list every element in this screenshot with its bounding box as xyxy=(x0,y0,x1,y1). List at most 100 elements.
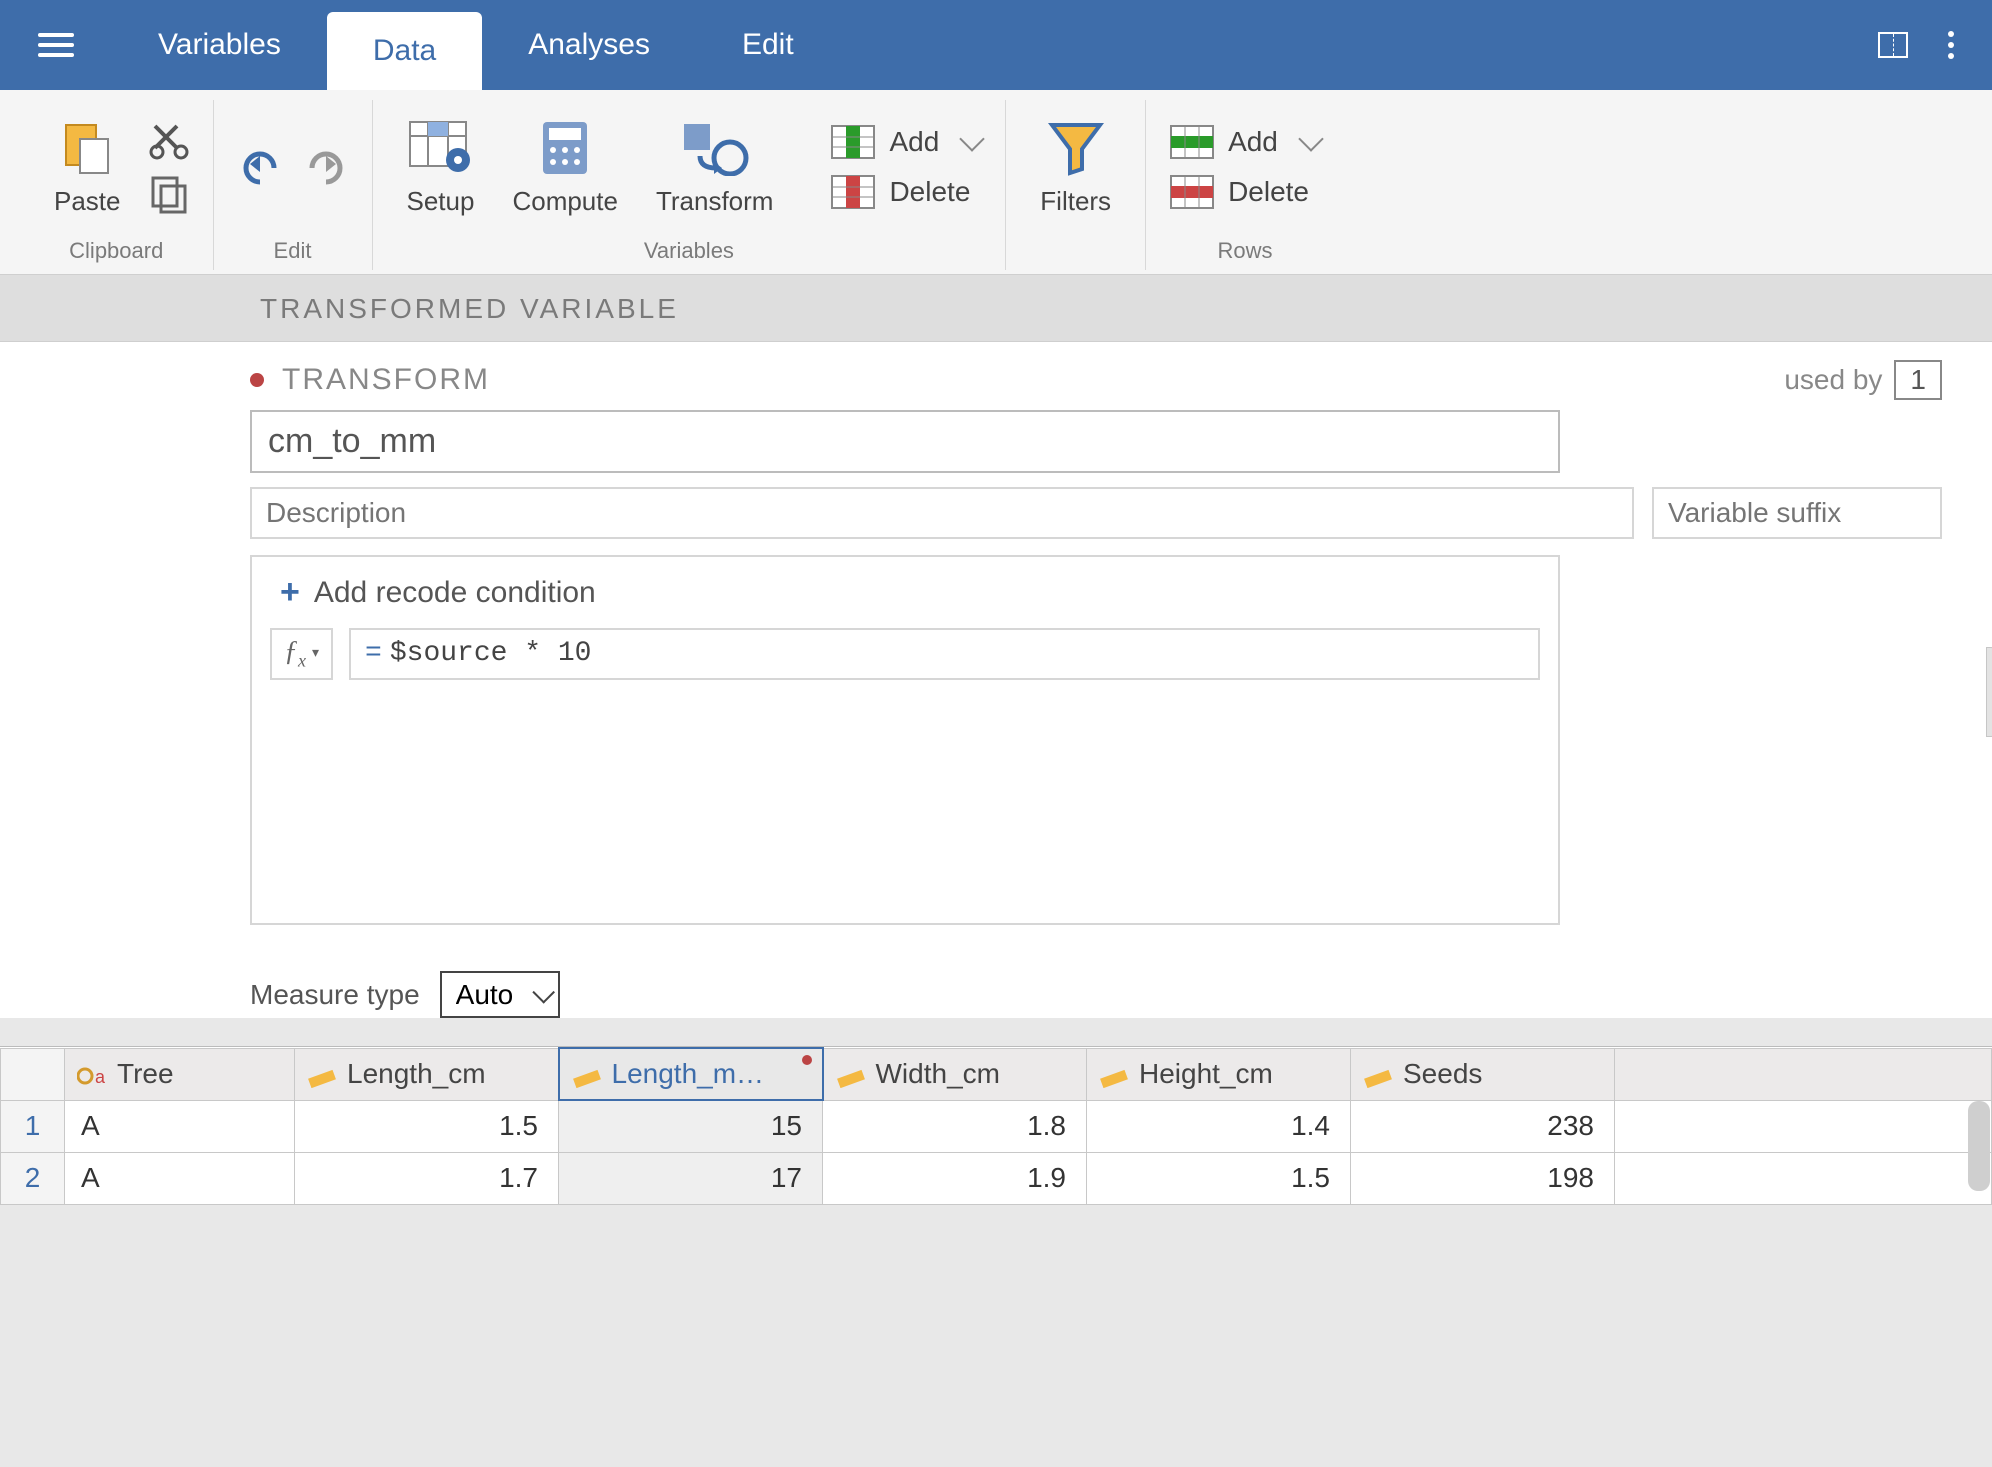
setup-icon xyxy=(408,118,472,178)
column-header-length-mm[interactable]: Length_m… xyxy=(559,1048,823,1100)
filters-button[interactable]: Filters xyxy=(1030,112,1121,223)
add-variable-button[interactable]: Add xyxy=(831,125,981,159)
transform-panel: TRANSFORM used by 1 + Add recode conditi… xyxy=(0,342,1992,951)
recode-area: + Add recode condition ƒx ▾ =$source * 1… xyxy=(250,555,1560,925)
delete-variable-button[interactable]: Delete xyxy=(831,175,981,209)
svg-text:a: a xyxy=(95,1067,106,1087)
setup-button[interactable]: Setup xyxy=(397,112,485,223)
column-header-tree[interactable]: a Tree xyxy=(65,1048,295,1100)
add-recode-button[interactable]: + Add recode condition xyxy=(270,573,1540,612)
compute-button[interactable]: Compute xyxy=(502,112,628,223)
transform-name-input[interactable] xyxy=(250,410,1560,473)
column-header-seeds[interactable]: Seeds xyxy=(1351,1048,1615,1100)
ribbon-toolbar: Paste Clipboard Edit xyxy=(0,90,1992,275)
row-number[interactable]: 2 xyxy=(1,1152,65,1204)
collapse-handle[interactable] xyxy=(1986,647,1992,737)
dropdown-triangle-icon: ▾ xyxy=(312,645,319,662)
column-header-empty xyxy=(1615,1048,1992,1100)
ruler-icon xyxy=(836,1064,866,1088)
filters-label: Filters xyxy=(1040,186,1111,217)
tab-edit[interactable]: Edit xyxy=(696,0,840,90)
add-recode-label: Add recode condition xyxy=(314,576,596,610)
column-header-width-cm[interactable]: Width_cm xyxy=(823,1048,1087,1100)
cell[interactable]: A xyxy=(65,1152,295,1204)
tab-data[interactable]: Data xyxy=(327,12,482,90)
variable-suffix-input[interactable] xyxy=(1652,487,1942,539)
description-input[interactable] xyxy=(250,487,1634,539)
ruler-icon xyxy=(307,1064,337,1088)
delete-row-button[interactable]: Delete xyxy=(1170,175,1320,209)
fx-label: ƒx xyxy=(284,636,306,672)
cell[interactable]: A xyxy=(65,1100,295,1152)
table-row[interactable]: 2 A 1.7 17 1.9 1.5 198 xyxy=(1,1152,1992,1204)
undo-icon[interactable] xyxy=(238,144,284,190)
variables-caption: Variables xyxy=(644,238,734,264)
cell[interactable]: 1.4 xyxy=(1087,1100,1351,1152)
transform-section-label: TRANSFORM xyxy=(282,363,490,397)
cell[interactable]: 17 xyxy=(559,1152,823,1204)
ruler-icon xyxy=(572,1064,602,1088)
fx-button[interactable]: ƒx ▾ xyxy=(270,628,333,680)
paste-icon xyxy=(58,118,116,178)
used-by-label: used by xyxy=(1784,364,1882,396)
ribbon-group-variables: Setup Compute Transform Add xyxy=(373,100,1007,270)
transform-icon xyxy=(680,118,750,178)
data-grid: a Tree Length_cm Length_m… xyxy=(0,1046,1992,1205)
row-number[interactable]: 1 xyxy=(1,1100,65,1152)
ribbon-group-edit: Edit xyxy=(214,100,373,270)
add-row-button[interactable]: Add xyxy=(1170,125,1320,159)
transform-label: Transform xyxy=(656,186,774,217)
add-row-label: Add xyxy=(1228,126,1278,158)
cell[interactable]: 1.9 xyxy=(823,1152,1087,1204)
corner-cell xyxy=(1,1048,65,1100)
setup-label: Setup xyxy=(407,186,475,217)
cell[interactable]: 1.5 xyxy=(295,1100,559,1152)
paste-label: Paste xyxy=(54,186,121,217)
redo-icon[interactable] xyxy=(302,144,348,190)
modified-dot-icon xyxy=(802,1055,812,1065)
ribbon-group-filters: Filters xyxy=(1006,100,1146,270)
sidepanel-toggle-icon[interactable] xyxy=(1878,32,1908,58)
cell[interactable]: 238 xyxy=(1351,1100,1615,1152)
paste-button[interactable]: Paste xyxy=(44,112,131,223)
compute-icon xyxy=(537,118,593,178)
tab-variables[interactable]: Variables xyxy=(112,0,327,90)
ribbon-group-clipboard: Paste Clipboard xyxy=(20,100,214,270)
table-add-row-icon xyxy=(1170,125,1214,159)
chevron-down-icon xyxy=(960,126,985,151)
formula-input[interactable]: =$source * 10 xyxy=(349,628,1540,680)
kebab-menu-icon[interactable] xyxy=(1938,21,1964,69)
ruler-icon xyxy=(1363,1064,1393,1088)
used-by-count[interactable]: 1 xyxy=(1894,360,1942,400)
cell[interactable]: 15 xyxy=(559,1100,823,1152)
cut-icon[interactable] xyxy=(149,120,189,160)
panel-header: TRANSFORMED VARIABLE xyxy=(0,275,1992,342)
menu-icon[interactable] xyxy=(0,0,112,90)
copy-icon[interactable] xyxy=(149,174,189,214)
table-row[interactable]: 1 A 1.5 15 1.8 1.4 238 xyxy=(1,1100,1992,1152)
table-delete-row-icon xyxy=(1170,175,1214,209)
formula-body: $source * 10 xyxy=(390,638,592,669)
delete-row-label: Delete xyxy=(1228,176,1309,208)
measure-type-label: Measure type xyxy=(250,979,420,1011)
plus-icon: + xyxy=(280,573,300,612)
delete-variable-label: Delete xyxy=(889,176,970,208)
status-dot-icon xyxy=(250,373,264,387)
ruler-icon xyxy=(1099,1064,1129,1088)
funnel-icon xyxy=(1048,118,1104,178)
table-add-col-icon xyxy=(831,125,875,159)
transform-button[interactable]: Transform xyxy=(646,112,784,223)
column-header-height-cm[interactable]: Height_cm xyxy=(1087,1048,1351,1100)
edit-caption: Edit xyxy=(274,238,312,264)
cell[interactable]: 1.7 xyxy=(295,1152,559,1204)
add-variable-label: Add xyxy=(889,126,939,158)
cell[interactable]: 1.8 xyxy=(823,1100,1087,1152)
cell[interactable]: 198 xyxy=(1351,1152,1615,1204)
compute-label: Compute xyxy=(512,186,618,217)
measure-type-select[interactable]: Auto xyxy=(440,971,560,1018)
cell[interactable]: 1.5 xyxy=(1087,1152,1351,1204)
vertical-scrollbar[interactable] xyxy=(1968,1101,1990,1191)
column-header-length-cm[interactable]: Length_cm xyxy=(295,1048,559,1100)
tab-analyses[interactable]: Analyses xyxy=(482,0,696,90)
top-menu-bar: Variables Data Analyses Edit xyxy=(0,0,1992,90)
